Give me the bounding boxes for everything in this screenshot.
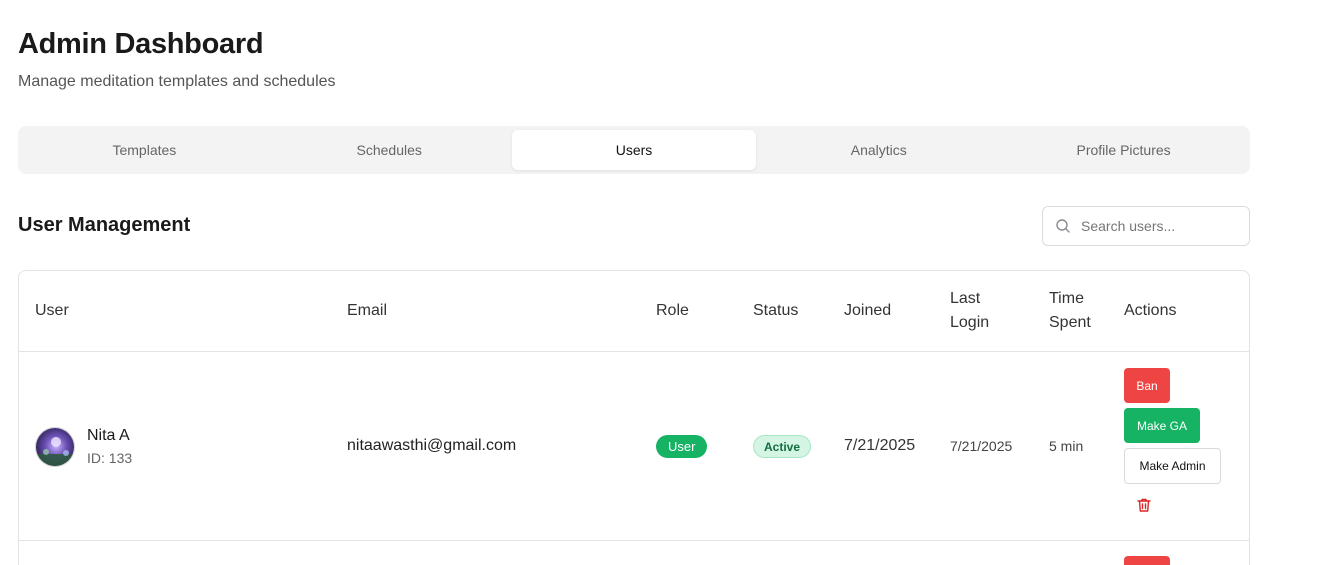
page-subtitle: Manage meditation templates and schedule… — [18, 73, 336, 90]
column-header-time-spent-line2: Spent — [1049, 314, 1091, 331]
trash-icon[interactable] — [1136, 497, 1152, 513]
tab-templates[interactable]: Templates — [22, 130, 267, 170]
column-header-time-spent-line1: Time — [1049, 290, 1084, 307]
time-spent: 5 min — [1049, 438, 1084, 454]
tab-profile-pictures[interactable]: Profile Pictures — [1001, 130, 1246, 170]
page-title: Admin Dashboard — [18, 28, 264, 60]
column-header-last-login-line2: Login — [950, 314, 990, 331]
column-header-status: Status — [753, 302, 799, 319]
tab-users[interactable]: Users — [511, 130, 757, 170]
ban-button[interactable]: Ban — [1124, 368, 1170, 403]
joined-date: 7/21/2025 — [844, 437, 916, 454]
user-name: Nita A — [87, 427, 130, 444]
role-badge: User — [656, 435, 708, 458]
search-icon — [1056, 219, 1070, 233]
column-header-user: User — [35, 302, 69, 319]
user-id: ID: 133 — [87, 450, 133, 466]
last-login-date: 7/21/2025 — [950, 438, 1013, 454]
make-ga-button[interactable]: Make GA — [1124, 408, 1200, 443]
tab-schedules[interactable]: Schedules — [267, 130, 512, 170]
status-badge: Active — [753, 435, 812, 458]
column-header-joined: Joined — [844, 302, 892, 319]
column-header-email: Email — [347, 302, 388, 319]
tab-list: Templates Schedules Users Analytics Prof… — [18, 126, 1250, 174]
table-header: User Email Role Status Joined Last Login… — [19, 271, 1249, 352]
column-header-role: Role — [656, 302, 689, 319]
tab-analytics[interactable]: Analytics — [756, 130, 1001, 170]
section-title: User Management — [18, 214, 191, 236]
search-box — [1042, 206, 1250, 246]
column-header-last-login: Last Login — [950, 287, 989, 335]
avatar — [35, 427, 75, 467]
users-table: User Email Role Status Joined Last Login… — [18, 270, 1250, 565]
column-header-actions: Actions — [1124, 302, 1177, 319]
search-input[interactable] — [1081, 218, 1241, 234]
table-row: Nita A ID: 133 nitaawasthi@gmail.com Use… — [19, 352, 1249, 541]
next-row-ban-button[interactable] — [1124, 556, 1170, 565]
column-header-time-spent: Time Spent — [1049, 287, 1091, 335]
user-email: nitaawasthi@gmail.com — [347, 437, 517, 454]
make-admin-button[interactable]: Make Admin — [1124, 448, 1221, 484]
column-header-last-login-line1: Last — [950, 290, 981, 307]
